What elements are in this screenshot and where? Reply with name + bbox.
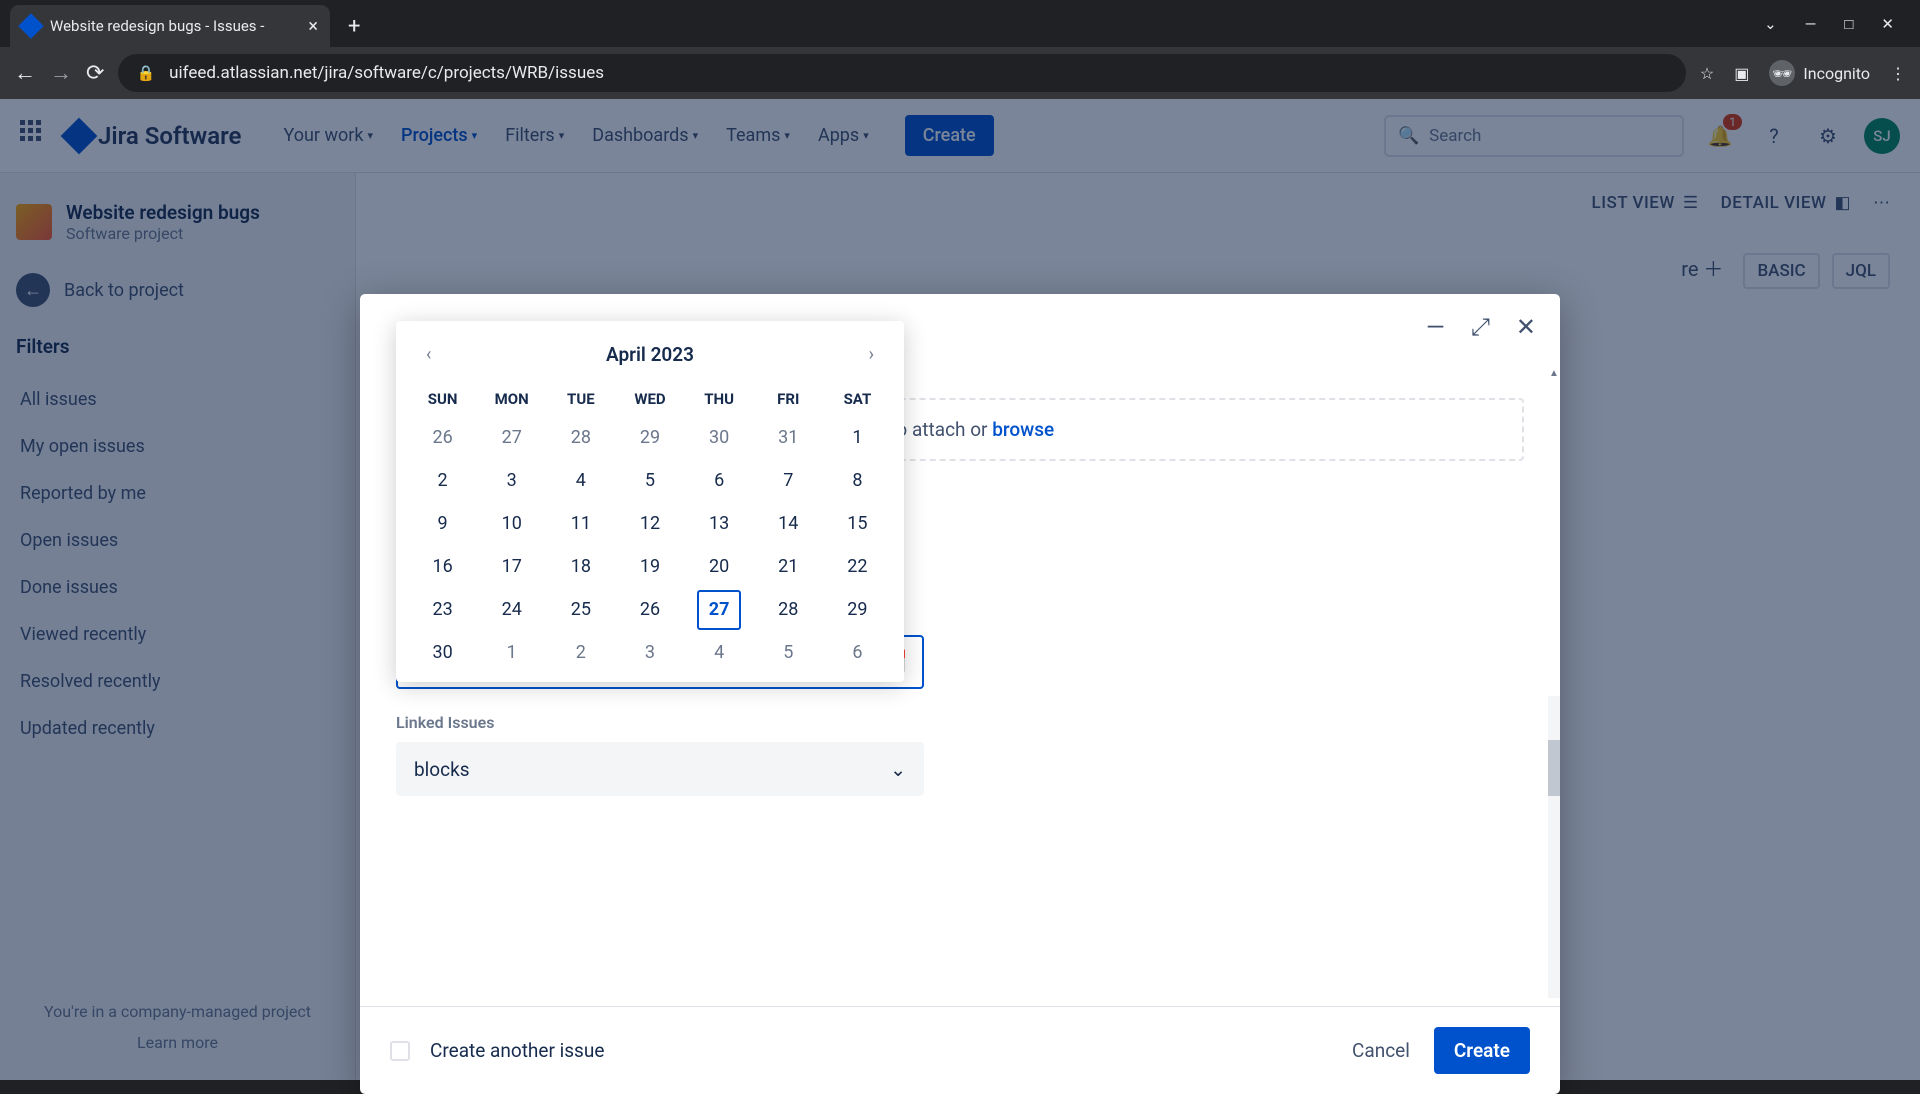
calendar-day[interactable]: 22 — [823, 545, 892, 588]
calendar-day-header: THU — [685, 382, 754, 416]
close-window-icon[interactable]: ✕ — [1881, 15, 1894, 33]
calendar-day[interactable]: 19 — [615, 545, 684, 588]
incognito-label: Incognito — [1803, 64, 1870, 83]
calendar-day[interactable]: 20 — [685, 545, 754, 588]
modal-scrollbar-thumb[interactable] — [1548, 740, 1560, 796]
calendar-day[interactable]: 24 — [477, 588, 546, 631]
date-picker: ‹ April 2023 › SUNMONTUEWEDTHUFRISAT 262… — [396, 321, 904, 682]
browser-menu-icon[interactable]: ⋮ — [1890, 64, 1906, 83]
calendar-day[interactable]: 31 — [754, 416, 823, 459]
calendar-day[interactable]: 30 — [408, 631, 477, 674]
prev-month-icon[interactable]: ‹ — [426, 344, 431, 365]
calendar-day[interactable]: 13 — [685, 502, 754, 545]
exit-fullscreen-icon[interactable]: ⤢ — [1471, 313, 1490, 341]
calendar-day[interactable]: 11 — [546, 502, 615, 545]
linked-issues-label: Linked Issues — [396, 713, 1524, 732]
window-controls: ⌄ ― □ ✕ — [1764, 15, 1920, 47]
calendar-day[interactable]: 26 — [408, 416, 477, 459]
calendar-day[interactable]: 6 — [685, 459, 754, 502]
calendar-day[interactable]: 21 — [754, 545, 823, 588]
browse-link[interactable]: browse — [992, 418, 1054, 441]
calendar-day[interactable]: 28 — [754, 588, 823, 631]
jira-favicon — [18, 13, 43, 38]
calendar-day-header: TUE — [546, 382, 615, 416]
calendar-day[interactable]: 5 — [615, 459, 684, 502]
close-tab-icon[interactable]: × — [308, 16, 318, 37]
back-icon[interactable]: ← — [14, 60, 36, 86]
browser-tab-strip: Website redesign bugs - Issues - × + ⌄ ―… — [0, 0, 1920, 47]
calendar-day-header: MON — [477, 382, 546, 416]
calendar-day[interactable]: 25 — [546, 588, 615, 631]
calendar-day[interactable]: 26 — [615, 588, 684, 631]
calendar-day[interactable]: 1 — [823, 416, 892, 459]
lock-icon: 🔒 — [136, 64, 155, 82]
cancel-button[interactable]: Cancel — [1352, 1039, 1410, 1062]
reload-icon[interactable]: ⟳ — [86, 61, 104, 86]
calendar-day-header: SAT — [823, 382, 892, 416]
new-tab-button[interactable]: + — [348, 14, 360, 39]
incognito-indicator: 🕶 Incognito — [1769, 60, 1870, 86]
calendar-day[interactable]: 1 — [477, 631, 546, 674]
calendar-day[interactable]: 3 — [615, 631, 684, 674]
jira-app: Jira Software Your work ▾Projects ▾Filte… — [0, 99, 1920, 1080]
browser-tab[interactable]: Website redesign bugs - Issues - × — [10, 5, 330, 47]
minimize-icon[interactable]: ― — [1805, 15, 1817, 33]
scrollbar-up-icon[interactable]: ▲ — [1548, 368, 1560, 382]
chevron-down-icon: ⌄ — [890, 758, 906, 781]
incognito-icon: 🕶 — [1769, 60, 1795, 86]
maximize-icon[interactable]: □ — [1844, 15, 1853, 33]
calendar-day[interactable]: 12 — [615, 502, 684, 545]
calendar-day-header: SUN — [408, 382, 477, 416]
linked-issues-select[interactable]: blocks ⌄ — [396, 742, 924, 796]
chevron-down-icon[interactable]: ⌄ — [1764, 15, 1777, 33]
calendar-day[interactable]: 5 — [754, 631, 823, 674]
calendar-day[interactable]: 3 — [477, 459, 546, 502]
calendar-day[interactable]: 30 — [685, 416, 754, 459]
close-modal-icon[interactable]: ✕ — [1516, 313, 1536, 341]
calendar-day[interactable]: 16 — [408, 545, 477, 588]
calendar-day[interactable]: 29 — [615, 416, 684, 459]
star-icon[interactable]: ☆ — [1700, 64, 1714, 83]
calendar-day[interactable]: 18 — [546, 545, 615, 588]
url-field[interactable]: 🔒 uifeed.atlassian.net/jira/software/c/p… — [118, 54, 1685, 92]
calendar-day[interactable]: 29 — [823, 588, 892, 631]
minimize-modal-icon[interactable]: — — [1426, 313, 1445, 341]
calendar-day[interactable]: 7 — [754, 459, 823, 502]
create-another-checkbox[interactable] — [390, 1041, 410, 1061]
calendar-day[interactable]: 4 — [685, 631, 754, 674]
create-submit-button[interactable]: Create — [1434, 1027, 1530, 1074]
calendar-day[interactable]: 14 — [754, 502, 823, 545]
address-bar: ← → ⟳ 🔒 uifeed.atlassian.net/jira/softwa… — [0, 47, 1920, 99]
calendar-day[interactable]: 15 — [823, 502, 892, 545]
calendar-day[interactable]: 8 — [823, 459, 892, 502]
tab-title: Website redesign bugs - Issues - — [50, 17, 298, 35]
calendar-day[interactable]: 27 — [685, 588, 754, 631]
next-month-icon[interactable]: › — [869, 344, 874, 365]
create-another-label: Create another issue — [430, 1039, 604, 1062]
calendar-day[interactable]: 10 — [477, 502, 546, 545]
calendar-day[interactable]: 27 — [477, 416, 546, 459]
linked-issues-value: blocks — [414, 758, 470, 781]
calendar-day[interactable]: 6 — [823, 631, 892, 674]
calendar-day[interactable]: 9 — [408, 502, 477, 545]
calendar-day[interactable]: 17 — [477, 545, 546, 588]
calendar-month-label: April 2023 — [606, 343, 694, 366]
calendar-day[interactable]: 4 — [546, 459, 615, 502]
calendar-day-header: WED — [615, 382, 684, 416]
calendar-day[interactable]: 2 — [408, 459, 477, 502]
calendar-day[interactable]: 28 — [546, 416, 615, 459]
forward-icon[interactable]: → — [50, 60, 72, 86]
calendar-day[interactable]: 23 — [408, 588, 477, 631]
calendar-day[interactable]: 2 — [546, 631, 615, 674]
extensions-icon[interactable]: ▣ — [1734, 64, 1749, 83]
calendar-day-header: FRI — [754, 382, 823, 416]
url-text: uifeed.atlassian.net/jira/software/c/pro… — [169, 63, 604, 83]
